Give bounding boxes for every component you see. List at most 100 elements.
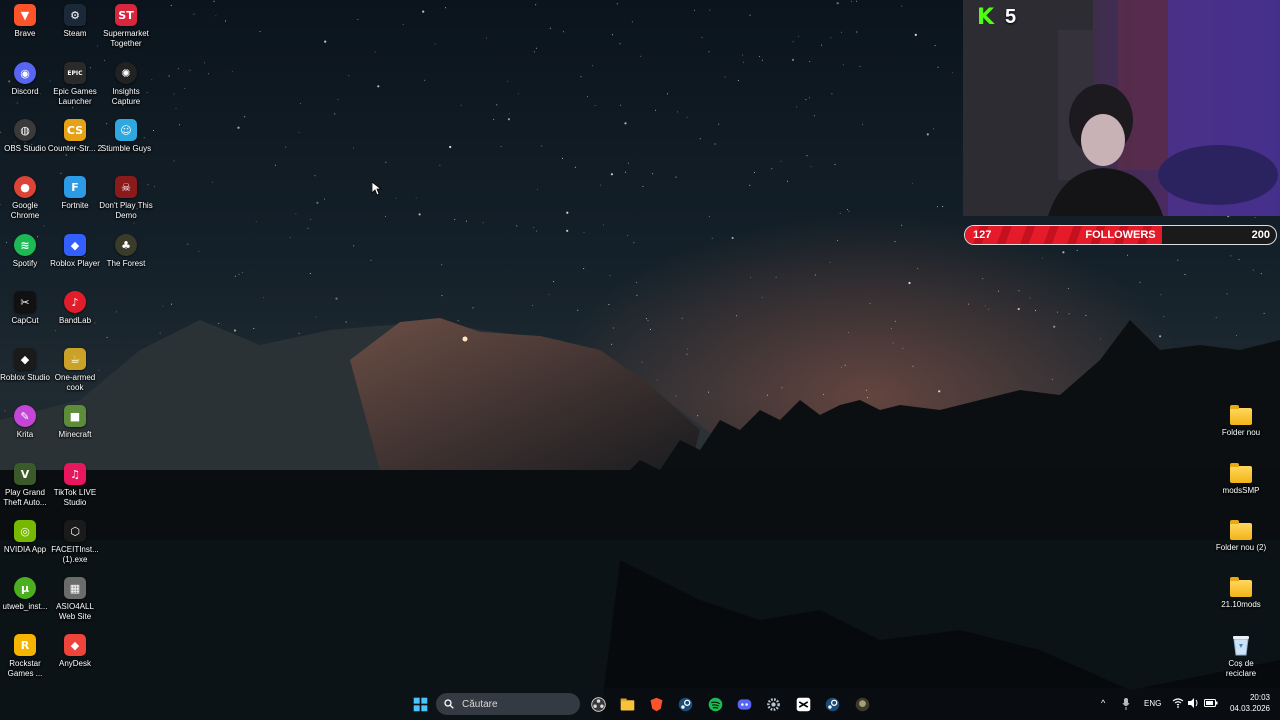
taskbar-the-forest-button[interactable] <box>849 692 875 716</box>
mouse-cursor-icon <box>372 182 382 196</box>
tiktok-icon: ♫ <box>64 463 86 485</box>
desktop-shortcut-label: NVIDIA App <box>3 545 47 554</box>
desktop-shortcut-label: Spotify <box>12 259 38 268</box>
desktop-shortcut-nvidia-app[interactable]: ◎ NVIDIA App <box>0 520 50 555</box>
bandlab-icon: ♪ <box>64 291 86 313</box>
desktop-shortcut-asio4all[interactable]: ▦ ASIO4ALL Web Site <box>50 577 100 622</box>
desktop-shortcut-rockstar-games[interactable]: R Rockstar Games ... <box>0 634 50 679</box>
taskbar-start-button[interactable] <box>407 692 433 716</box>
desktop-shortcut-anydesk[interactable]: ◆ AnyDesk <box>50 634 100 669</box>
kick-logo-icon: K <box>977 4 995 30</box>
desktop-shortcut-label: Krita <box>16 430 34 439</box>
battery-icon[interactable] <box>1204 699 1218 707</box>
desktop-shortcut-label: Roblox Player <box>50 259 100 268</box>
taskbar-settings-button[interactable] <box>760 692 786 716</box>
show-hidden-icons-chevron-up-icon[interactable]: ^ <box>1101 698 1105 708</box>
clock-time[interactable]: 20:03 <box>1226 693 1270 702</box>
search-input[interactable] <box>460 697 574 711</box>
rockstar-icon: R <box>14 634 36 656</box>
desktop-shortcut-google-chrome[interactable]: ● Google Chrome <box>0 176 50 221</box>
desktop-item-folder-21-10mods[interactable]: 21.10mods <box>1216 577 1266 610</box>
desktop-shortcut-label: FACEITInst... (1).exe <box>51 545 99 564</box>
desktop-shortcut-label: Stumble Guys <box>100 144 152 153</box>
desktop-shortcut-minecraft[interactable]: ■ Minecraft <box>50 405 100 440</box>
language-indicator[interactable]: ENG <box>1144 699 1161 708</box>
desktop-shortcut-spotify[interactable]: ≋ Spotify <box>0 234 50 269</box>
desktop-shortcut-label: Rockstar Games ... <box>7 659 43 678</box>
desktop-shortcut-supermarket-together[interactable]: ST Supermarket Together <box>101 4 151 49</box>
desktop-shortcut-play-gta[interactable]: V Play Grand Theft Auto... <box>0 463 50 508</box>
desktop-shortcut-brave[interactable]: ▼ Brave <box>0 4 50 39</box>
dont-play-demo-icon: ☠ <box>115 176 137 198</box>
webcam-overlay: K 5 <box>963 0 1280 216</box>
brave-icon: ▼ <box>14 4 36 26</box>
desktop-shortcut-label: Don't Play This Demo <box>99 201 153 220</box>
desktop-shortcut-the-forest[interactable]: ♣ The Forest <box>101 234 151 269</box>
folder-icon <box>1230 520 1252 540</box>
desktop-shortcut-label: AnyDesk <box>58 659 91 668</box>
folder-icon <box>1230 463 1252 483</box>
desktop-shortcut-faceit-installer[interactable]: ⬡ FACEITInst... (1).exe <box>50 520 100 565</box>
desktop-shortcut-label: Minecraft <box>58 430 92 439</box>
desktop-shortcut-label: CapCut <box>11 316 39 325</box>
desktop-shortcut-label: Counter-Str... 2 <box>47 144 103 153</box>
anydesk-icon: ◆ <box>64 634 86 656</box>
desktop-shortcut-counter-strike-2[interactable]: CS Counter-Str... 2 <box>47 119 103 154</box>
insights-capture-icon: ✺ <box>115 62 137 84</box>
followers-goal-bar: 127 FOLLOWERS 200 <box>964 225 1277 245</box>
steam-icon <box>825 697 839 711</box>
desktop-shortcut-epic-games-launcher[interactable]: EPIC Epic Games Launcher <box>50 62 100 107</box>
taskbar-spotify-button[interactable] <box>702 692 728 716</box>
desktop-item-folder-modssmp[interactable]: modsSMP <box>1216 463 1266 496</box>
desktop-shortcut-roblox-studio[interactable]: ◆ Roblox Studio <box>0 348 50 383</box>
desktop-shortcut-insights-capture[interactable]: ✺ Insights Capture <box>101 62 151 107</box>
desktop-shortcut-one-armed-cook[interactable]: ☕ One-armed cook <box>50 348 100 393</box>
taskbar-capcut-button[interactable] <box>790 692 816 716</box>
desktop-shortcut-fortnite[interactable]: F Fortnite <box>50 176 100 211</box>
desktop-shortcut-label: One-armed cook <box>54 373 96 392</box>
fortnite-icon: F <box>64 176 86 198</box>
wifi-icon[interactable] <box>1172 698 1184 708</box>
capcut-icon: ✂ <box>14 291 36 313</box>
the-forest-icon <box>855 697 869 711</box>
utorrent-icon: µ <box>14 577 36 599</box>
taskbar-file-explorer-button[interactable] <box>614 692 640 716</box>
desktop-shortcut-label: TikTok LIVE Studio <box>53 488 97 507</box>
desktop-item-label: Folder nou (2) <box>1215 543 1267 552</box>
folder-icon <box>1230 405 1252 425</box>
desktop-item-label: Coș de reciclare <box>1225 659 1257 678</box>
desktop-shortcut-stumble-guys[interactable]: ☺ Stumble Guys <box>101 119 151 154</box>
desktop-shortcut-discord[interactable]: ◉ Discord <box>0 62 50 97</box>
taskbar-search[interactable] <box>436 693 580 715</box>
counter-strike-icon: CS <box>64 119 86 141</box>
roblox-player-icon: ◆ <box>64 234 86 256</box>
desktop-shortcut-label: ASIO4ALL Web Site <box>56 602 94 621</box>
epic-games-icon: EPIC <box>64 62 86 84</box>
desktop-shortcut-steam[interactable]: ⚙ Steam <box>50 4 100 39</box>
taskbar-brave-button[interactable] <box>643 692 669 716</box>
desktop-shortcut-tiktok-live-studio[interactable]: ♫ TikTok LIVE Studio <box>50 463 100 508</box>
desktop-shortcut-roblox-player[interactable]: ◆ Roblox Player <box>50 234 100 269</box>
desktop-item-recycle-bin[interactable]: Coș de reciclare <box>1216 634 1266 679</box>
taskbar: ^ ENG 20:03 04.03.2026 <box>0 688 1280 720</box>
volume-icon[interactable] <box>1188 698 1200 708</box>
clock-date[interactable]: 04.03.2026 <box>1222 704 1270 713</box>
desktop-shortcut-label: Google Chrome <box>10 201 40 220</box>
taskbar-steam-button[interactable] <box>672 692 698 716</box>
desktop-shortcut-bandlab[interactable]: ♪ BandLab <box>50 291 100 326</box>
desktop-item-folder-nou-2[interactable]: Folder nou (2) <box>1216 520 1266 553</box>
desktop-shortcut-dont-play-this-demo[interactable]: ☠ Don't Play This Demo <box>99 176 153 221</box>
desktop-item-label: modsSMP <box>1222 486 1260 495</box>
desktop-shortcut-obs-studio[interactable]: ◍ OBS Studio <box>0 119 50 154</box>
steam-icon <box>678 697 692 711</box>
desktop-shortcut-capcut[interactable]: ✂ CapCut <box>0 291 50 326</box>
taskbar-obs-button[interactable] <box>585 692 611 716</box>
desktop-item-folder-nou[interactable]: Folder nou <box>1216 405 1266 438</box>
capcut-icon <box>796 697 810 711</box>
desktop-shortcut-utweb-installer[interactable]: µ utweb_inst... <box>0 577 50 612</box>
desktop-shortcut-krita[interactable]: ✎ Krita <box>0 405 50 440</box>
brave-icon <box>650 697 662 711</box>
microphone-icon[interactable] <box>1122 698 1130 710</box>
taskbar-discord-button[interactable] <box>731 692 757 716</box>
taskbar-steam-2-button[interactable] <box>819 692 845 716</box>
